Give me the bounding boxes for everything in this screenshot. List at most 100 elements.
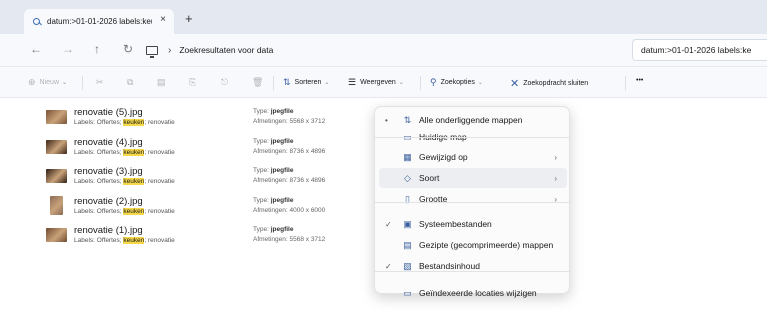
check-icon: ✓	[385, 219, 392, 229]
chevron-right-icon: ›	[554, 173, 557, 183]
chevron-down-icon: ⌄	[324, 80, 330, 86]
calendar-icon: ▦	[403, 151, 412, 162]
command-bar: ⊕ Nieuw ⌄ ✂ ⧉ ▤ ⎘ ⎋ 🗑 ⇅ Sorteren ⌄ ☰ Wee…	[0, 66, 767, 98]
file-name: renovatie (5).jpg	[74, 107, 143, 118]
file-name: renovatie (1).jpg	[74, 225, 143, 236]
menu-item-label: Geïndexeerde locaties wijzigen	[419, 288, 537, 298]
file-thumbnail	[46, 169, 67, 183]
file-dimensions: Afmetingen: 5568 x 3712	[253, 236, 326, 243]
plus-circle-icon: ⊕	[28, 77, 36, 87]
rename-icon[interactable]: ⎘	[189, 77, 200, 88]
file-dimensions: Afmetingen: 4000 x 6000	[253, 207, 326, 214]
file-thumbnail	[46, 228, 67, 242]
list-item[interactable]: renovatie (4).jpg Labels: Offertes; keuk…	[46, 137, 376, 159]
sort-label: Sorteren	[294, 79, 322, 86]
address-input[interactable]: › Zoekresultaten voor data	[146, 39, 626, 61]
file-explorer-window: datum:>01-01-2026 labels:keu × + ← → ↑ ↻…	[0, 0, 767, 320]
delete-icon[interactable]: 🗑	[252, 77, 267, 88]
menu-item-zipped-folders[interactable]: ▤ Gezipte (gecomprimeerde) mappen	[379, 235, 567, 255]
file-labels: Labels: Offertes; keuken; renovatie	[74, 149, 175, 156]
zip-folder-icon: ▤	[403, 239, 412, 250]
forward-button[interactable]: →	[62, 42, 74, 56]
file-thumbnail	[46, 110, 67, 124]
search-options-menu: • ⇅ Alle onderliggende mappen ▭ Huidige …	[374, 106, 571, 298]
new-label: Nieuw	[39, 79, 59, 86]
menu-item-label: Bestandsinhoud	[419, 261, 480, 271]
up-button[interactable]: ↑	[94, 42, 100, 56]
file-labels: Labels: Offertes; keuken; renovatie	[74, 119, 175, 126]
file-type: Type: jpegfile	[253, 167, 294, 174]
more-options-button[interactable]: •••	[636, 77, 643, 84]
separator	[625, 76, 626, 90]
menu-item-date-modified[interactable]: ▦ Gewijzigd op ›	[379, 147, 567, 167]
list-item[interactable]: renovatie (5).jpg Labels: Offertes; keuk…	[46, 107, 376, 129]
tag-icon: ◇	[404, 172, 411, 183]
separator	[273, 76, 274, 90]
sort-button[interactable]: ⇅ Sorteren ⌄	[283, 77, 329, 88]
file-dimensions: Afmetingen: 8736 x 4896	[253, 148, 326, 155]
refresh-button[interactable]: ↻	[123, 42, 133, 56]
file-labels: Labels: Offertes; keuken; renovatie	[74, 208, 175, 215]
chevron-down-icon: ⌄	[398, 80, 404, 86]
cut-icon[interactable]: ✂	[96, 77, 108, 88]
tab-bar: datum:>01-01-2026 labels:keu × +	[0, 0, 767, 34]
breadcrumb-path[interactable]: Zoekresultaten voor data	[179, 45, 273, 55]
file-type: Type: jpegfile	[253, 226, 294, 233]
view-label: Weergeven	[360, 79, 396, 86]
file-type: Type: jpegfile	[253, 108, 294, 115]
paste-icon[interactable]: ▤	[157, 77, 170, 88]
file-dimensions: Afmetingen: 5568 x 3712	[253, 118, 326, 125]
address-bar: ← → ↑ ↻ › Zoekresultaten voor data datum…	[0, 34, 767, 66]
menu-separator	[375, 137, 571, 138]
file-name: renovatie (2).jpg	[74, 196, 143, 207]
file-contents-icon: ▧	[403, 260, 412, 271]
menu-item-label: Soort	[419, 173, 440, 183]
menu-item-file-contents[interactable]: ✓ ▧ Bestandsinhoud	[379, 256, 567, 276]
system-file-icon: ▣	[403, 218, 412, 229]
copy-icon[interactable]: ⧉	[127, 77, 137, 88]
tab-title: datum:>01-01-2026 labels:keu	[47, 17, 152, 26]
view-button[interactable]: ☰ Weergeven ⌄	[348, 77, 404, 88]
back-button[interactable]: ←	[30, 42, 42, 56]
file-name: renovatie (3).jpg	[74, 166, 143, 177]
menu-separator	[375, 202, 571, 203]
file-thumbnail	[50, 196, 63, 215]
file-type: Type: jpegfile	[253, 197, 294, 204]
tab-close-icon[interactable]: ×	[160, 14, 166, 25]
menu-separator	[375, 271, 571, 272]
chevron-down-icon: ⌄	[477, 80, 483, 86]
breadcrumb-chevron-icon: ›	[168, 44, 172, 56]
file-dimensions: Afmetingen: 8736 x 4896	[253, 177, 326, 184]
menu-item-change-indexed-locations[interactable]: ▭ Geïndexeerde locaties wijzigen	[379, 283, 567, 303]
file-labels: Labels: Offertes; keuken; renovatie	[74, 237, 175, 244]
tab-search-results[interactable]: datum:>01-01-2026 labels:keu ×	[24, 9, 174, 34]
menu-item-label: Gezipte (gecomprimeerde) mappen	[419, 240, 554, 250]
file-labels: Labels: Offertes; keuken; renovatie	[74, 178, 175, 185]
view-icon: ☰	[348, 77, 357, 87]
new-tab-button[interactable]: +	[185, 11, 193, 26]
radio-dot-icon: •	[385, 115, 388, 125]
menu-item-kind[interactable]: ◇ Soort ›	[379, 168, 567, 188]
list-item[interactable]: renovatie (2).jpg Labels: Offertes; keuk…	[46, 196, 376, 218]
new-button[interactable]: ⊕ Nieuw ⌄	[28, 77, 67, 88]
file-thumbnail	[46, 140, 67, 154]
search-options-button[interactable]: ⚲ Zoekopties ⌄	[430, 77, 483, 88]
index-locations-icon: ▭	[403, 287, 412, 298]
menu-item-size[interactable]: ▯ Grootte ›	[379, 189, 567, 209]
file-type: Type: jpegfile	[253, 138, 294, 145]
search-input[interactable]: datum:>01-01-2026 labels:ke	[632, 39, 767, 61]
close-search-button[interactable]: ✕ Zoekopdracht sluiten	[510, 77, 588, 90]
search-options-icon: ⚲	[430, 77, 437, 87]
close-search-label: Zoekopdracht sluiten	[523, 80, 589, 87]
close-icon: ✕	[510, 78, 520, 90]
menu-item-label: Systeembestanden	[419, 219, 492, 229]
search-options-label: Zoekopties	[440, 79, 475, 86]
computer-icon	[146, 45, 158, 58]
list-item[interactable]: renovatie (3).jpg Labels: Offertes; keuk…	[46, 166, 376, 188]
separator	[420, 76, 421, 90]
menu-item-system-files[interactable]: ✓ ▣ Systeembestanden	[379, 214, 567, 234]
menu-item-label: Alle onderliggende mappen	[419, 115, 523, 125]
list-item[interactable]: renovatie (1).jpg Labels: Offertes; keuk…	[46, 225, 376, 247]
share-icon[interactable]: ⎋	[221, 77, 232, 88]
sort-icon: ⇅	[283, 77, 291, 87]
